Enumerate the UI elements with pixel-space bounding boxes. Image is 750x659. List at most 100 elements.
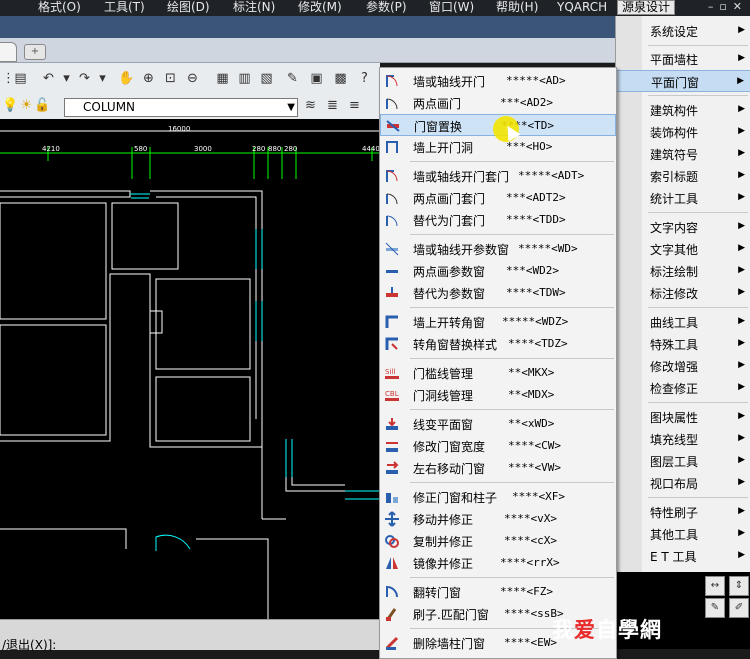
menu-draw[interactable]: 绘图(D) — [167, 0, 210, 15]
copy-icon[interactable]: ▤ — [12, 71, 29, 87]
submenu-item[interactable]: 翻转门窗 ****<FZ> — [380, 581, 616, 603]
menu-item-dim-modify[interactable]: 标注修改 ▶ — [616, 282, 750, 304]
submenu-item[interactable]: 墙或轴线开门套门 *****<ADT> — [380, 165, 616, 187]
chevron-right-icon: ▶ — [738, 25, 745, 35]
window-controls[interactable]: –▫✕ — [708, 0, 748, 13]
zoom-previous-icon[interactable]: ⊖ — [184, 71, 201, 87]
svg-text:Sill: Sill — [385, 368, 395, 376]
edit-tool-icon[interactable]: ✎ — [705, 598, 725, 618]
submenu-item[interactable]: 移动并修正 ****<vX> — [380, 508, 616, 530]
layer-combo[interactable]: COLUMN ▼ — [64, 98, 298, 117]
menu-item-curve-tools[interactable]: 曲线工具 ▶ — [616, 311, 750, 333]
submenu-item[interactable]: 两点画门 ***<AD2> — [380, 92, 616, 114]
watermark-logo: 我爱自學網 — [552, 618, 662, 642]
menu-item-building-component[interactable]: 建筑构件 ▶ — [616, 99, 750, 121]
menu-item-check-fix[interactable]: 检查修正 ▶ — [616, 377, 750, 399]
redo-icon[interactable]: ↷ — [76, 71, 93, 87]
dimension-tool-icon[interactable]: ⇕ — [729, 576, 749, 596]
menu-window[interactable]: 窗口(W) — [429, 0, 474, 15]
menu-dimension[interactable]: 标注(N) — [233, 0, 275, 15]
sheet-set-icon[interactable]: ▣ — [308, 71, 325, 87]
help-icon[interactable]: ? — [356, 71, 373, 87]
design-center-icon[interactable]: ▥ — [236, 71, 253, 87]
menu-yqarch[interactable]: YQARCH — [557, 0, 607, 15]
menu-item-special-tools[interactable]: 特殊工具 ▶ — [616, 333, 750, 355]
chevron-right-icon: ▶ — [738, 433, 745, 443]
pan-icon[interactable]: ✋ — [118, 71, 135, 87]
calculator-icon[interactable]: ▩ — [332, 71, 349, 87]
menu-item-index-title[interactable]: 索引标题 ▶ — [616, 165, 750, 187]
submenu-item[interactable]: 墙或轴线开参数窗 *****<WD> — [380, 238, 616, 260]
edit-tool-icon[interactable]: ✐ — [729, 598, 749, 618]
menu-parameter[interactable]: 参数(P) — [366, 0, 407, 15]
tool-palettes-icon[interactable]: ▧ — [258, 71, 275, 87]
command-line[interactable]: /退出(X)]: — [0, 619, 380, 652]
layer-previous-icon[interactable]: ≣ — [324, 98, 341, 114]
menu-format[interactable]: 格式(O) — [38, 0, 81, 15]
layer-freeze-icon[interactable]: ☀ — [18, 98, 35, 114]
chevron-right-icon: ▶ — [738, 53, 745, 63]
chevron-right-icon: ▶ — [738, 170, 745, 180]
submenu-item[interactable]: 替代为门套门 ****<TDD> — [380, 209, 616, 231]
submenu-item[interactable]: 修改门窗宽度 ****<CW> — [380, 435, 616, 457]
layer-on-icon[interactable]: 💡 — [2, 98, 19, 114]
properties-icon[interactable]: ▦ — [214, 71, 231, 87]
menu-item-system-settings[interactable]: 系统设定 ▶ — [616, 20, 750, 42]
dimension-tool-icon[interactable]: ↔ — [705, 576, 725, 596]
menu-item-dim-draw[interactable]: 标注绘制 ▶ — [616, 260, 750, 282]
menu-yuanquan-design[interactable]: 源泉设计 — [617, 0, 676, 15]
chevron-down-icon[interactable]: ▼ — [287, 99, 295, 116]
markup-icon[interactable]: ✎ — [284, 71, 301, 87]
document-tab[interactable] — [0, 42, 17, 62]
menu-item-text-content[interactable]: 文字内容 ▶ — [616, 216, 750, 238]
zoom-window-icon[interactable]: ⊡ — [162, 71, 179, 87]
menu-item-block-attr[interactable]: 图块属性 ▶ — [616, 406, 750, 428]
menu-item-property-brush[interactable]: 特性刷子 ▶ — [616, 501, 750, 523]
menu-modify[interactable]: 修改(M) — [298, 0, 342, 15]
undo-dropdown-icon[interactable]: ▾ — [58, 71, 75, 87]
new-tab-button[interactable]: + — [24, 44, 46, 60]
submenu-item[interactable]: 替代为参数窗 ****<TDW> — [380, 282, 616, 304]
menu-help[interactable]: 帮助(H) — [496, 0, 538, 15]
menu-item-decor-component[interactable]: 装饰构件 ▶ — [616, 121, 750, 143]
opening-line-icon: CBL — [384, 387, 400, 403]
corner-window-style-icon — [384, 336, 400, 352]
chevron-right-icon: ▶ — [738, 243, 745, 253]
submenu-item[interactable]: 镜像并修正 ****<rrX> — [380, 552, 616, 574]
door-fix-icon — [384, 489, 400, 505]
menu-tools[interactable]: 工具(T) — [104, 0, 145, 15]
menu-item-fill-linetype[interactable]: 填充线型 ▶ — [616, 428, 750, 450]
submenu-item[interactable]: 两点画门套门 ***<ADT2> — [380, 187, 616, 209]
submenu-item[interactable]: 转角窗替换样式 ****<TDZ> — [380, 333, 616, 355]
menu-separator — [648, 402, 748, 403]
menu-item-building-symbol[interactable]: 建筑符号 ▶ — [616, 143, 750, 165]
menu-item-modify-enhance[interactable]: 修改增强 ▶ — [616, 355, 750, 377]
submenu-item[interactable]: 修正门窗和柱子 ****<XF> — [380, 486, 616, 508]
layer-lock-icon[interactable]: 🔓 — [34, 98, 51, 114]
submenu-item[interactable]: 两点画参数窗 ***<WD2> — [380, 260, 616, 282]
menu-item-et-tools[interactable]: E T 工具 ▶ — [616, 545, 750, 567]
submenu-item[interactable]: 线变平面窗 **<xWD> — [380, 413, 616, 435]
dim-label: 4440 — [362, 145, 380, 153]
undo-icon[interactable]: ↶ — [40, 71, 57, 87]
zoom-realtime-icon[interactable]: ⊕ — [140, 71, 157, 87]
submenu-item[interactable]: CBL 门洞线管理 **<MDX> — [380, 384, 616, 406]
dim-label: 3000 — [194, 145, 212, 153]
submenu-item[interactable]: 复制并修正 ****<cX> — [380, 530, 616, 552]
drawing-canvas[interactable]: 16000 4210 580 3000 280 880 280 4440 — [0, 119, 380, 619]
menu-item-viewport-layout[interactable]: 视口布局 ▶ — [616, 472, 750, 494]
submenu-item[interactable]: Sill 门槛线管理 **<MKX> — [380, 362, 616, 384]
submenu-item[interactable]: 墙或轴线开门 *****<AD> — [380, 70, 616, 92]
menu-item-door-window[interactable]: 平面门窗 ▶ — [616, 70, 750, 92]
menu-item-text-other[interactable]: 文字其他 ▶ — [616, 238, 750, 260]
submenu-item[interactable]: 墙上开转角窗 *****<WDZ> — [380, 311, 616, 333]
menu-item-other-tools[interactable]: 其他工具 ▶ — [616, 523, 750, 545]
chevron-right-icon: ▶ — [738, 477, 745, 487]
redo-dropdown-icon[interactable]: ▾ — [94, 71, 111, 87]
layer-states-icon[interactable]: ≡ — [346, 98, 363, 114]
menu-item-stat-tools[interactable]: 统计工具 ▶ — [616, 187, 750, 209]
menu-item-wall-column[interactable]: 平面墙柱 ▶ — [616, 48, 750, 70]
make-current-layer-icon[interactable]: ≋ — [302, 98, 319, 114]
menu-item-layer-tools[interactable]: 图层工具 ▶ — [616, 450, 750, 472]
submenu-item[interactable]: 左右移动门窗 ****<VW> — [380, 457, 616, 479]
